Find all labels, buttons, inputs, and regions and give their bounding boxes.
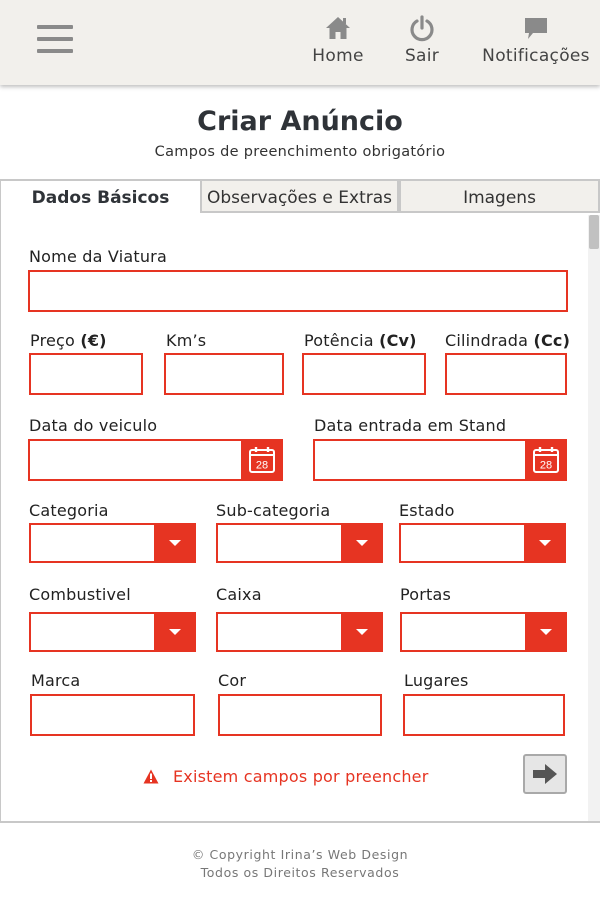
chat-bubble-icon <box>525 18 547 39</box>
nav-notifications-label: Notificações <box>482 46 590 66</box>
validation-message: Existem campos por preencher <box>143 764 428 788</box>
doors-select[interactable] <box>400 612 567 652</box>
tab-images[interactable]: Imagens <box>399 179 600 213</box>
svg-text:28: 28 <box>540 460 552 472</box>
fuel-select[interactable] <box>29 612 196 652</box>
page-title: Criar Anúncio <box>197 106 403 137</box>
warning-icon <box>143 769 159 783</box>
nav-logout-label: Sair <box>404 46 440 66</box>
calendar-icon: 28 <box>249 447 275 473</box>
stand-date-label: Data entrada em Stand <box>314 416 507 435</box>
price-unit: (€) <box>80 331 107 350</box>
displacement-label-text: Cilindrada <box>445 331 529 350</box>
seats-input[interactable] <box>403 694 565 736</box>
color-input[interactable] <box>218 694 382 736</box>
nav-logout[interactable]: Sair <box>396 14 448 66</box>
chevron-down-icon <box>341 612 383 652</box>
power-label: Potência (Cv) <box>304 331 417 350</box>
footer: © Copyright Irina’s Web Design Todos os … <box>0 846 600 882</box>
vehicle-date-label: Data do veiculo <box>29 416 158 435</box>
validation-text: Existem campos por preencher <box>173 766 429 786</box>
power-unit: (Cv) <box>379 331 417 350</box>
chevron-down-icon <box>525 612 567 652</box>
nav-notifications[interactable]: Notificações <box>478 14 594 66</box>
top-bar: Home Sair Notificações <box>0 0 600 85</box>
category-label: Categoria <box>29 501 109 520</box>
svg-text:28: 28 <box>256 460 268 472</box>
tab-observations-extras[interactable]: Observações e Extras <box>200 179 399 213</box>
scrollbar[interactable] <box>588 215 600 821</box>
displacement-unit: (Cc) <box>533 331 571 350</box>
arrow-right-icon <box>533 764 557 784</box>
form-panel: Nome da Viatura Preço (€) Km’s Potência … <box>0 215 600 823</box>
chevron-down-icon <box>524 523 566 563</box>
gearbox-label: Caixa <box>216 585 262 604</box>
tab-basic-data[interactable]: Dados Básicos <box>0 179 200 215</box>
stand-date-field[interactable]: 28 <box>313 439 567 481</box>
km-input[interactable] <box>164 353 284 395</box>
category-select[interactable] <box>29 523 196 563</box>
price-label: Preço (€) <box>30 331 107 350</box>
nav-home-label: Home <box>312 46 364 66</box>
stand-date-calendar-button[interactable]: 28 <box>525 439 567 481</box>
vehicle-date-calendar-button[interactable]: 28 <box>241 439 283 481</box>
chevron-down-icon <box>154 612 196 652</box>
price-input[interactable] <box>29 353 143 395</box>
brand-label: Marca <box>31 671 81 690</box>
price-label-text: Preço <box>30 331 76 350</box>
home-icon <box>326 17 350 39</box>
tab-bar: Dados Básicos Observações e Extras Image… <box>0 179 600 215</box>
chevron-down-icon <box>341 523 383 563</box>
state-label: Estado <box>399 501 455 520</box>
seats-label: Lugares <box>404 671 469 690</box>
page-subtitle: Campos de preenchimento obrigatório <box>154 144 446 160</box>
footer-rights: Todos os Direitos Reservados <box>200 865 400 880</box>
power-input[interactable] <box>302 353 426 395</box>
footer-copyright: © Copyright Irina’s Web Design <box>191 847 409 862</box>
calendar-icon: 28 <box>533 447 559 473</box>
menu-icon[interactable] <box>37 25 73 57</box>
subcategory-select[interactable] <box>216 523 383 563</box>
fuel-label: Combustivel <box>29 585 131 604</box>
scroll-thumb[interactable] <box>589 215 599 249</box>
chevron-down-icon <box>154 523 196 563</box>
power-label-text: Potência <box>304 331 374 350</box>
state-select[interactable] <box>399 523 566 563</box>
vehicle-date-field[interactable]: 28 <box>28 439 283 481</box>
gearbox-select[interactable] <box>216 612 383 652</box>
displacement-label: Cilindrada (Cc) <box>445 331 570 350</box>
power-icon <box>410 15 434 42</box>
brand-input[interactable] <box>30 694 195 736</box>
color-label: Cor <box>218 671 247 690</box>
vehicle-name-input[interactable] <box>28 270 568 312</box>
km-label: Km’s <box>166 331 207 350</box>
subcategory-label: Sub-categoria <box>216 501 331 520</box>
next-button[interactable] <box>523 754 567 794</box>
vehicle-name-label: Nome da Viatura <box>29 247 167 266</box>
nav-home[interactable]: Home <box>306 14 370 66</box>
displacement-input[interactable] <box>445 353 567 395</box>
doors-label: Portas <box>400 585 452 604</box>
